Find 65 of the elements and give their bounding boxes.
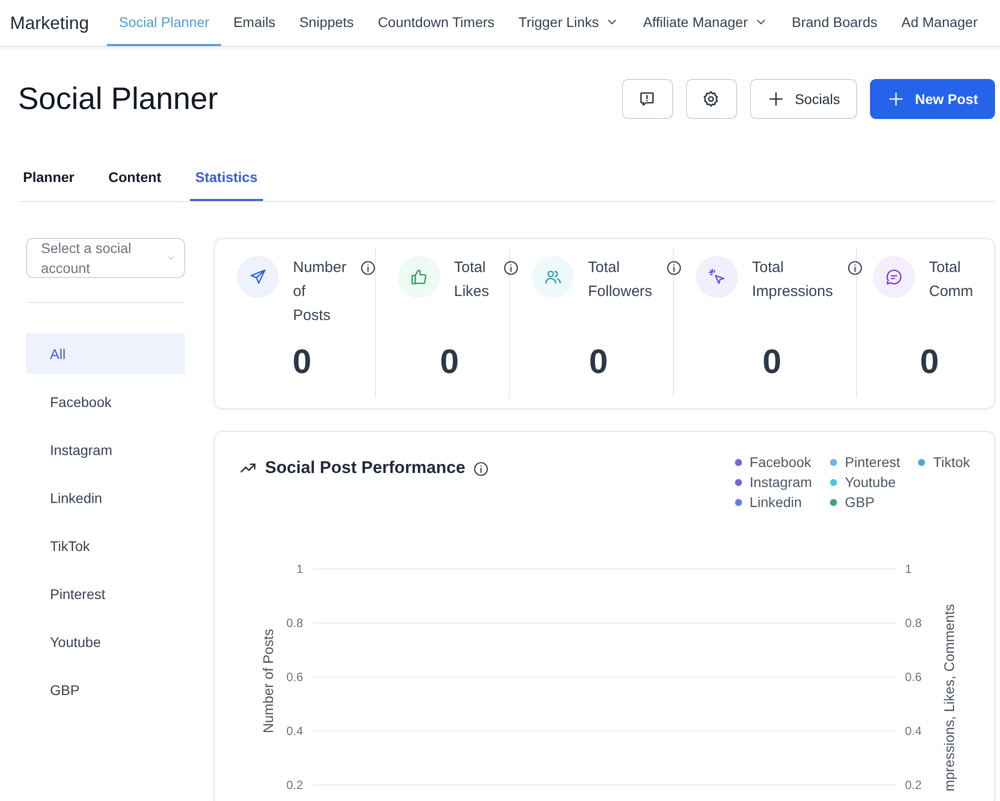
sidebar-item[interactable]: Pinterest (26, 573, 185, 614)
info-icon (473, 461, 490, 477)
nav-tab[interactable]: Countdown Timers (366, 0, 507, 46)
account-select[interactable]: Select a social account (26, 238, 185, 278)
stat-label: Total Impressions (752, 258, 833, 302)
plus-icon (766, 90, 785, 108)
nav-tab[interactable]: Trigger Links (506, 0, 631, 46)
page-title: Social Planner (18, 81, 219, 117)
y-tick-label: 0.2 (286, 778, 303, 792)
cursor-click-icon (708, 268, 726, 286)
legend-label: Youtube (844, 474, 896, 490)
nav-tab[interactable]: Emails (221, 0, 288, 46)
users-icon (544, 268, 562, 286)
plus-icon (886, 90, 905, 108)
add-socials-button[interactable]: Socials (750, 79, 857, 119)
send-icon (249, 268, 267, 286)
settings-icon (702, 90, 720, 108)
nav-tab[interactable]: Affiliate Manager (630, 0, 780, 46)
legend-label: Pinterest (844, 454, 900, 470)
y-tick-label: 0.4 (286, 724, 303, 738)
sidebar-item[interactable]: Instagram (26, 429, 185, 470)
y-axis-title: mpressions, Likes, Comments (941, 604, 957, 792)
y-tick-label: 0.4 (905, 724, 922, 738)
y-tick-label: 1 (296, 562, 303, 576)
legend-label: GBP (844, 494, 874, 510)
legend-label: Linkedin (750, 494, 802, 510)
sidebar-item[interactable]: GBP (26, 669, 185, 710)
y-tick-label: 1 (905, 562, 912, 576)
tab[interactable]: Planner (18, 157, 80, 201)
stat-value: 0 (762, 343, 782, 383)
nav-tab[interactable]: Brand Boards (780, 0, 890, 46)
y-tick-label: 0.6 (286, 670, 303, 684)
stat-value: 0 (919, 343, 940, 383)
stat-value: 0 (588, 343, 609, 383)
y-axis-title: Number of Posts (260, 628, 276, 734)
new-post-button[interactable]: New Post (870, 79, 995, 119)
chart-title: Social Post Performance (265, 458, 466, 478)
y-tick-label: 0.8 (286, 616, 303, 630)
sidebar-item[interactable]: TikTok (26, 525, 185, 566)
y-tick-label: 0.2 (905, 778, 922, 792)
sidebar-item[interactable]: All (26, 333, 185, 374)
sidebar-item[interactable]: Linkedin (26, 477, 185, 518)
legend-label: Instagram (750, 474, 812, 490)
y-tick-label: 0.6 (905, 670, 922, 684)
stat-label: Number of Posts (293, 258, 346, 326)
y-tick-label: 0.8 (905, 616, 922, 630)
chat-icon (885, 268, 903, 286)
legend-label: Tiktok (933, 454, 970, 470)
chat-alert-icon (638, 90, 656, 108)
legend-label: Facebook (750, 454, 812, 470)
stat-value: 0 (292, 343, 312, 383)
feedback-button[interactable] (622, 79, 673, 119)
stat-label: Total Followers (588, 258, 652, 302)
tab[interactable]: Statistics (190, 157, 262, 201)
stat-label: Total Likes (454, 258, 490, 302)
stat-label: Total Comm (929, 258, 974, 302)
stat-value: 0 (439, 343, 460, 383)
app-title: Marketing (10, 12, 90, 34)
tab[interactable]: Content (103, 157, 166, 201)
thumbs-up-icon (410, 268, 428, 286)
sidebar-item[interactable]: Facebook (26, 381, 185, 422)
settings-button[interactable] (686, 79, 737, 119)
sidebar-item[interactable]: Youtube (26, 621, 185, 662)
nav-tab[interactable]: Snippets (287, 0, 366, 46)
nav-tab[interactable]: Ad Manager (889, 0, 990, 46)
